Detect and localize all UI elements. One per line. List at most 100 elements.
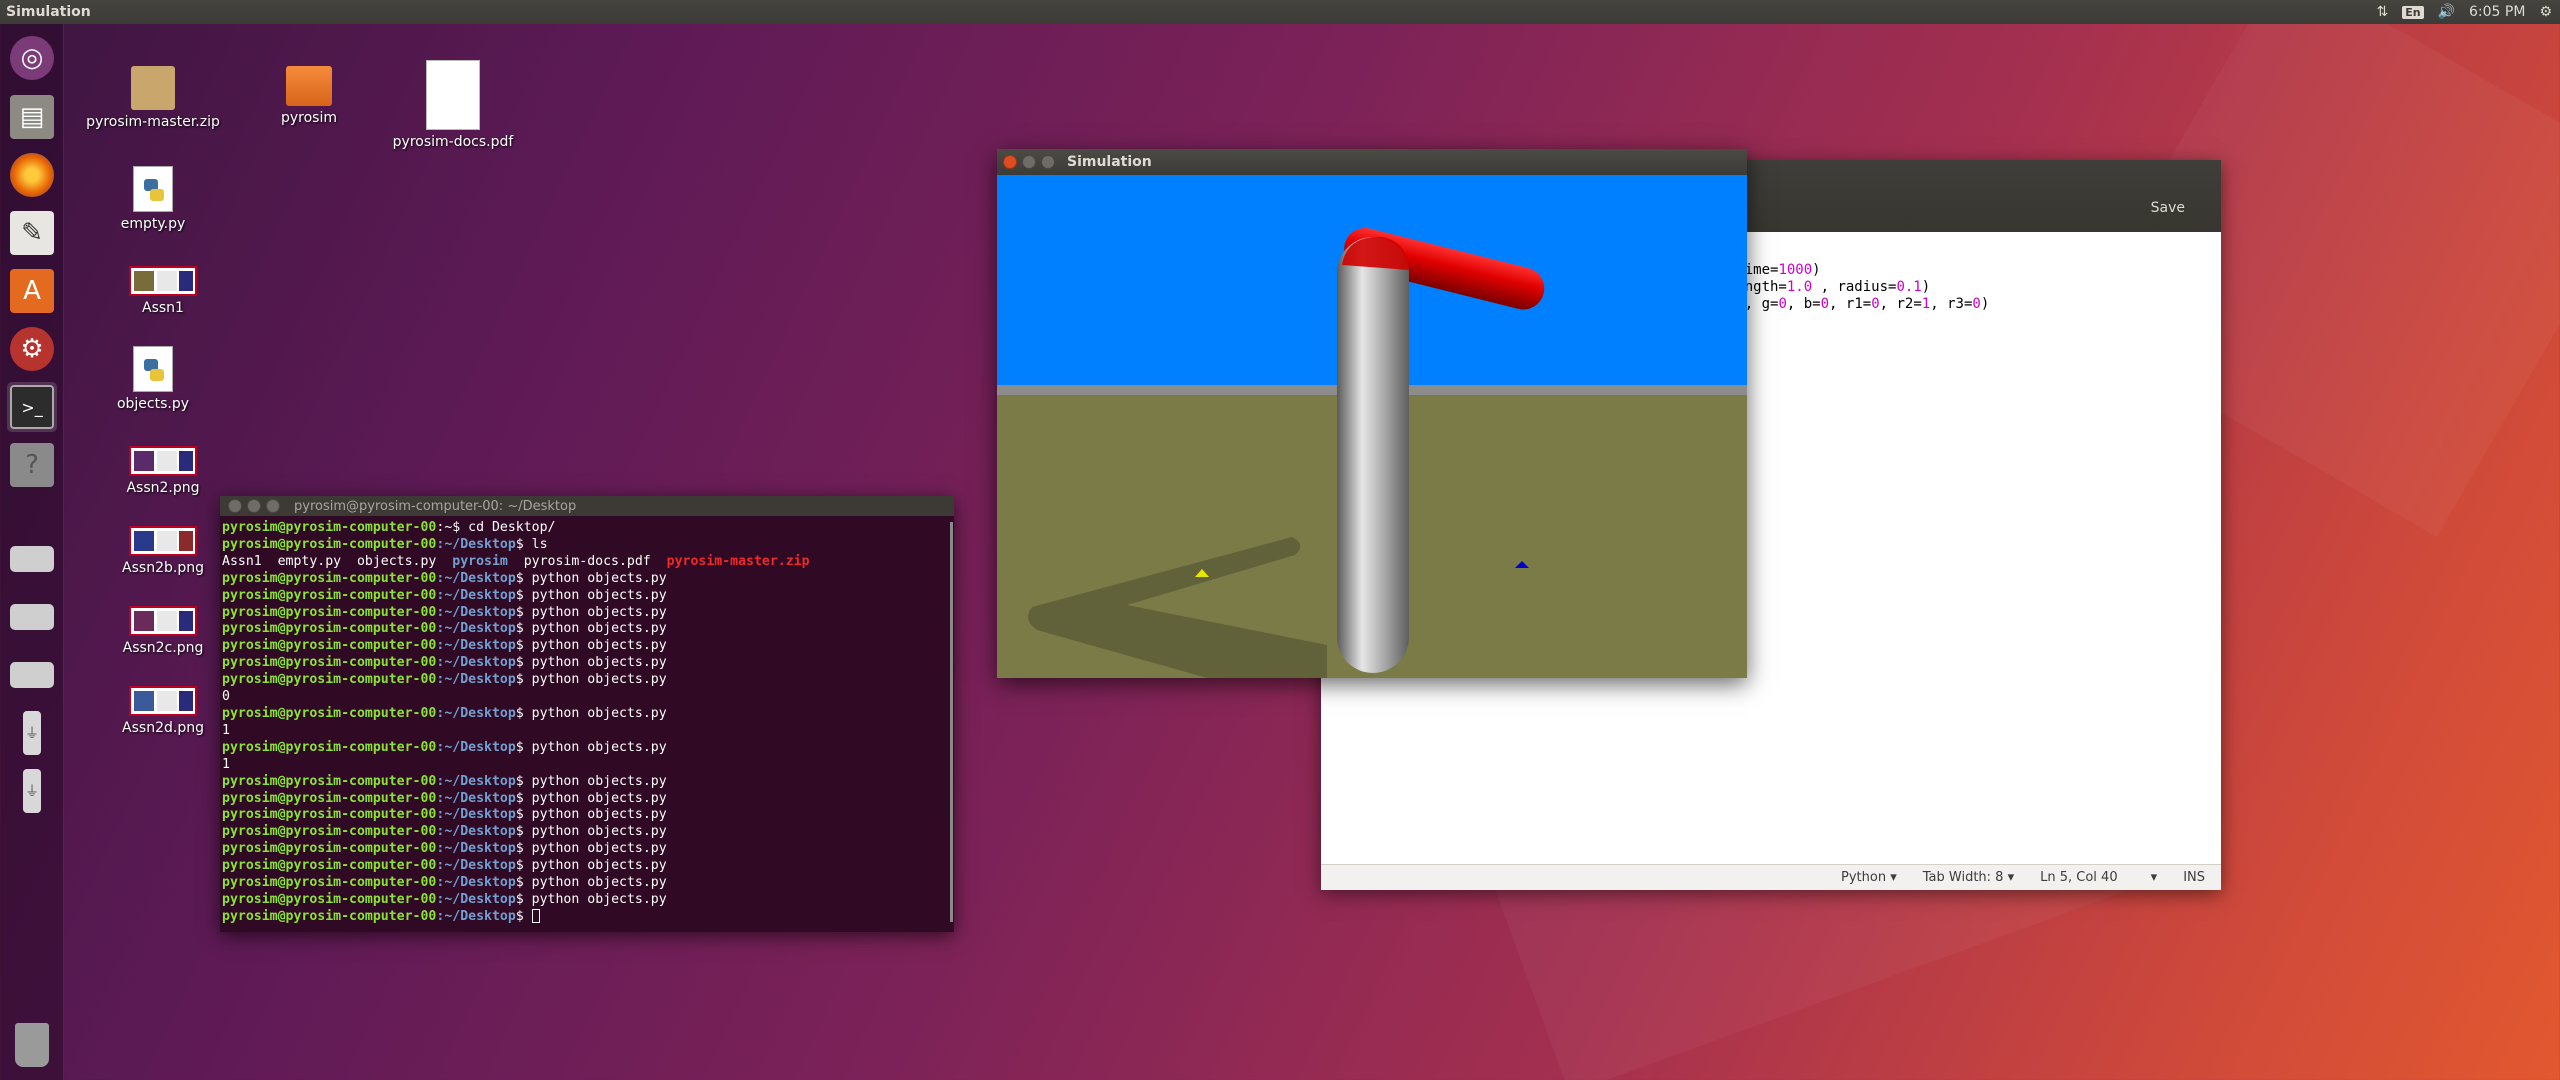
python-file-icon (133, 166, 173, 212)
terminal-line: pyrosim@pyrosim-computer-00:~/Desktop$ p… (222, 875, 667, 891)
text-editor-launcher[interactable]: ✎ (7, 208, 57, 258)
drive-launcher-1[interactable] (7, 534, 57, 584)
gear-icon[interactable]: ⚙ (2539, 4, 2552, 20)
minimize-button[interactable] (1022, 155, 1036, 169)
desktop-icon-assn2[interactable]: Assn2.png (88, 446, 238, 496)
shopping-bag-icon: A (10, 269, 54, 313)
code-line: , length=1.0 , radius=0.1) (1711, 279, 1931, 295)
chevron-down-icon: ▾ (2150, 870, 2158, 885)
terminal-line: 1 (222, 756, 230, 772)
maximize-button[interactable] (1041, 155, 1055, 169)
chevron-down-icon: ▾ (2007, 870, 2015, 885)
files-launcher[interactable]: ▤ (7, 92, 57, 142)
tab-width-selector[interactable]: Tab Width: 8 ▾ (1923, 870, 2014, 885)
terminal-title: pyrosim@pyrosim-computer-00: ~/Desktop (294, 498, 577, 514)
cursor-position-selector[interactable]: Ln 5, Col 40 ▾ (2040, 870, 2157, 885)
usb-drive-icon: ⏚ (23, 769, 41, 813)
launcher: ◎ ▤ ✎ A ⚙ >_ ? ⏚ ⏚ (0, 24, 64, 1080)
simulation-viewport[interactable] (997, 175, 1747, 678)
code-line: r=1, g=0, b=0, r1=0, r2=1, r3=0) (1719, 296, 1990, 312)
python-file-icon (133, 346, 173, 392)
desktop-icon-label: Assn1 (142, 300, 184, 316)
image-thumbnail-icon (129, 446, 197, 476)
hard-drive-icon (10, 604, 54, 630)
terminal-icon: >_ (10, 385, 54, 429)
volume-icon[interactable]: 🔊 (2438, 4, 2455, 20)
desktop-icon-empty-py[interactable]: empty.py (78, 166, 228, 232)
terminal-line: pyrosim@pyrosim-computer-00:~/Desktop$ p… (222, 638, 667, 654)
network-icon[interactable]: ⇅ (2376, 4, 2388, 20)
firefox-launcher[interactable] (7, 150, 57, 200)
desktop-icon-label: pyrosim-master.zip (86, 114, 220, 130)
chevron-down-icon: ▾ (1890, 870, 1897, 885)
close-button[interactable] (1003, 155, 1017, 169)
simulation-window[interactable]: Simulation (997, 149, 1747, 678)
desktop-icon-label: Assn2.png (126, 480, 200, 496)
terminal-window[interactable]: pyrosim@pyrosim-computer-00: ~/Desktop p… (220, 496, 954, 932)
desktop-icon-assn2c[interactable]: Assn2c.png (88, 606, 238, 656)
terminal-line: pyrosim@pyrosim-computer-00:~/Desktop$ p… (222, 773, 667, 789)
desktop-icon-label: Assn2d.png (122, 720, 204, 736)
folder-icon (286, 66, 332, 106)
terminal-line: 1 (222, 722, 230, 738)
terminal-line: pyrosim@pyrosim-computer-00:~/Desktop$ p… (222, 824, 667, 840)
file-cabinet-icon: ▤ (10, 95, 54, 139)
simulation-title: Simulation (1067, 154, 1152, 170)
drive-launcher-3[interactable] (7, 650, 57, 700)
code-line: al_time=1000) (1711, 262, 1821, 278)
usb-drive-icon: ⏚ (23, 711, 41, 755)
terminal-scrollbar[interactable] (950, 522, 953, 922)
hard-drive-icon (10, 662, 54, 688)
desktop-icon-assn2b[interactable]: Assn2b.png (88, 526, 238, 576)
terminal-line: pyrosim@pyrosim-computer-00:~/Desktop$ (222, 908, 952, 926)
trash-icon (15, 1023, 49, 1067)
terminal-output[interactable]: pyrosim@pyrosim-computer-00:~$ cd Deskto… (220, 516, 954, 930)
firefox-icon (10, 153, 54, 197)
question-mark-icon: ? (10, 443, 54, 487)
terminal-launcher[interactable]: >_ (7, 382, 57, 432)
image-thumbnail-icon (129, 686, 197, 716)
desktop-icon-assn2d[interactable]: Assn2d.png (88, 686, 238, 736)
maximize-button[interactable] (266, 499, 280, 513)
terminal-line: pyrosim@pyrosim-computer-00:~/Desktop$ p… (222, 739, 667, 755)
ubuntu-dash-button[interactable]: ◎ (7, 33, 57, 83)
active-app-title: Simulation (6, 4, 91, 20)
desktop-icon-pdf[interactable]: pyrosim-docs.pdf (378, 60, 528, 150)
trash-launcher[interactable] (7, 1020, 57, 1070)
desktop-icon-folder[interactable]: pyrosim (234, 66, 384, 126)
top-panel: Simulation ⇅ En 🔊 6:05 PM ⚙ (0, 0, 2560, 24)
desktop-icon-objects-py[interactable]: objects.py (78, 346, 228, 412)
insert-mode-indicator: INS (2183, 870, 2205, 885)
grey-cylinder (1337, 237, 1409, 673)
text-editor-icon: ✎ (10, 211, 54, 255)
terminal-line: pyrosim@pyrosim-computer-00:~/Desktop$ p… (222, 655, 667, 671)
desktop-icon-label: empty.py (120, 216, 186, 232)
save-button[interactable]: Save (2151, 200, 2185, 216)
system-settings-launcher[interactable]: ⚙ (7, 324, 57, 374)
terminal-line: pyrosim@pyrosim-computer-00:~/Desktop$ p… (222, 604, 667, 620)
terminal-line: pyrosim@pyrosim-computer-00:~$ cd Deskto… (222, 520, 556, 535)
usb-launcher-2[interactable]: ⏚ (7, 766, 57, 816)
terminal-line: pyrosim@pyrosim-computer-00:~/Desktop$ p… (222, 621, 667, 637)
keyboard-language-indicator[interactable]: En (2402, 5, 2424, 19)
close-button[interactable] (228, 499, 242, 513)
terminal-line: Assn1 empty.py objects.py pyrosim pyrosi… (222, 553, 810, 569)
drive-launcher-2[interactable] (7, 592, 57, 642)
ubuntu-logo-icon: ◎ (10, 36, 54, 80)
settings-gear-icon: ⚙ (10, 327, 54, 371)
desktop-icon-assn1[interactable]: Assn1 (88, 266, 238, 316)
terminal-line: 0 (222, 689, 230, 705)
usb-launcher-1[interactable]: ⏚ (7, 708, 57, 758)
terminal-cursor (531, 908, 540, 923)
terminal-line: pyrosim@pyrosim-computer-00:~/Desktop$ p… (222, 570, 667, 586)
simulation-title-bar: Simulation (997, 149, 1747, 175)
language-selector[interactable]: Python ▾ (1841, 870, 1897, 885)
clock[interactable]: 6:05 PM (2469, 4, 2525, 20)
desktop-icon-label: pyrosim-docs.pdf (392, 134, 514, 150)
help-launcher[interactable]: ? (7, 440, 57, 490)
software-center-launcher[interactable]: A (7, 266, 57, 316)
terminal-line: pyrosim@pyrosim-computer-00:~/Desktop$ p… (222, 858, 667, 874)
desktop-icon-zip[interactable]: pyrosim-master.zip (78, 66, 228, 130)
minimize-button[interactable] (247, 499, 261, 513)
image-thumbnail-icon (129, 266, 197, 296)
